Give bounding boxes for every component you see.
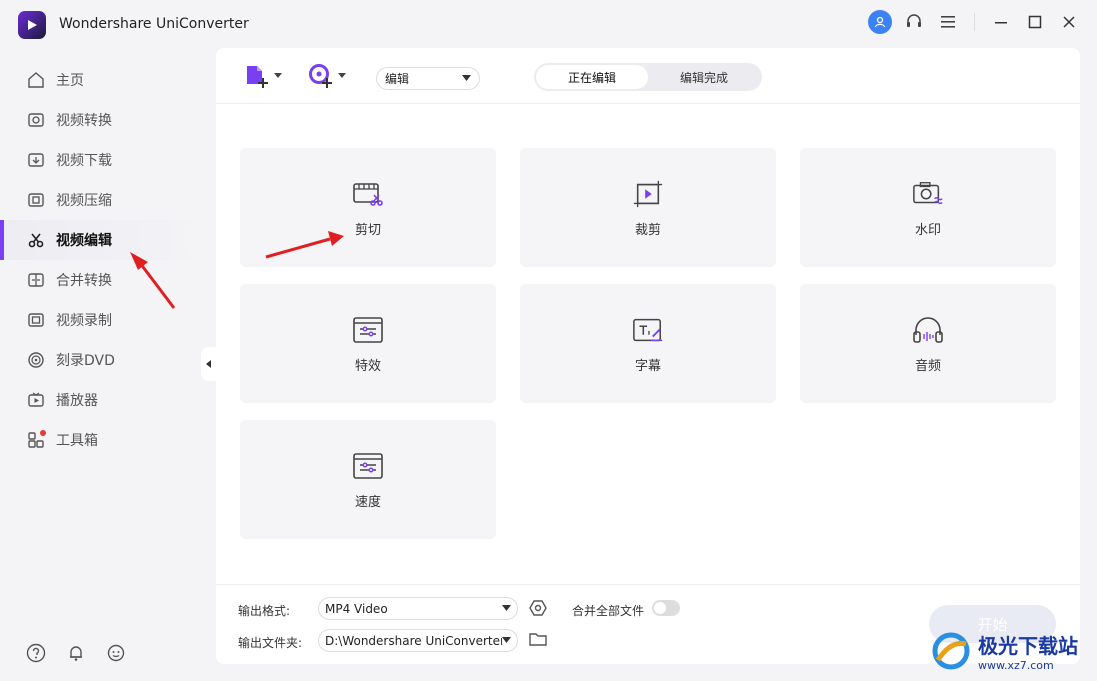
annotation-arrows xyxy=(130,231,344,309)
arrow-to-trim-icon xyxy=(265,231,344,259)
watermark-url: www.xz7.com xyxy=(978,659,1054,672)
watermark-text: 极光下载站 xyxy=(978,634,1078,658)
site-logo-icon xyxy=(932,632,970,670)
arrow-to-edit-icon xyxy=(130,252,176,309)
site-watermark: 极光下载站 www.xz7.com xyxy=(930,625,1090,677)
